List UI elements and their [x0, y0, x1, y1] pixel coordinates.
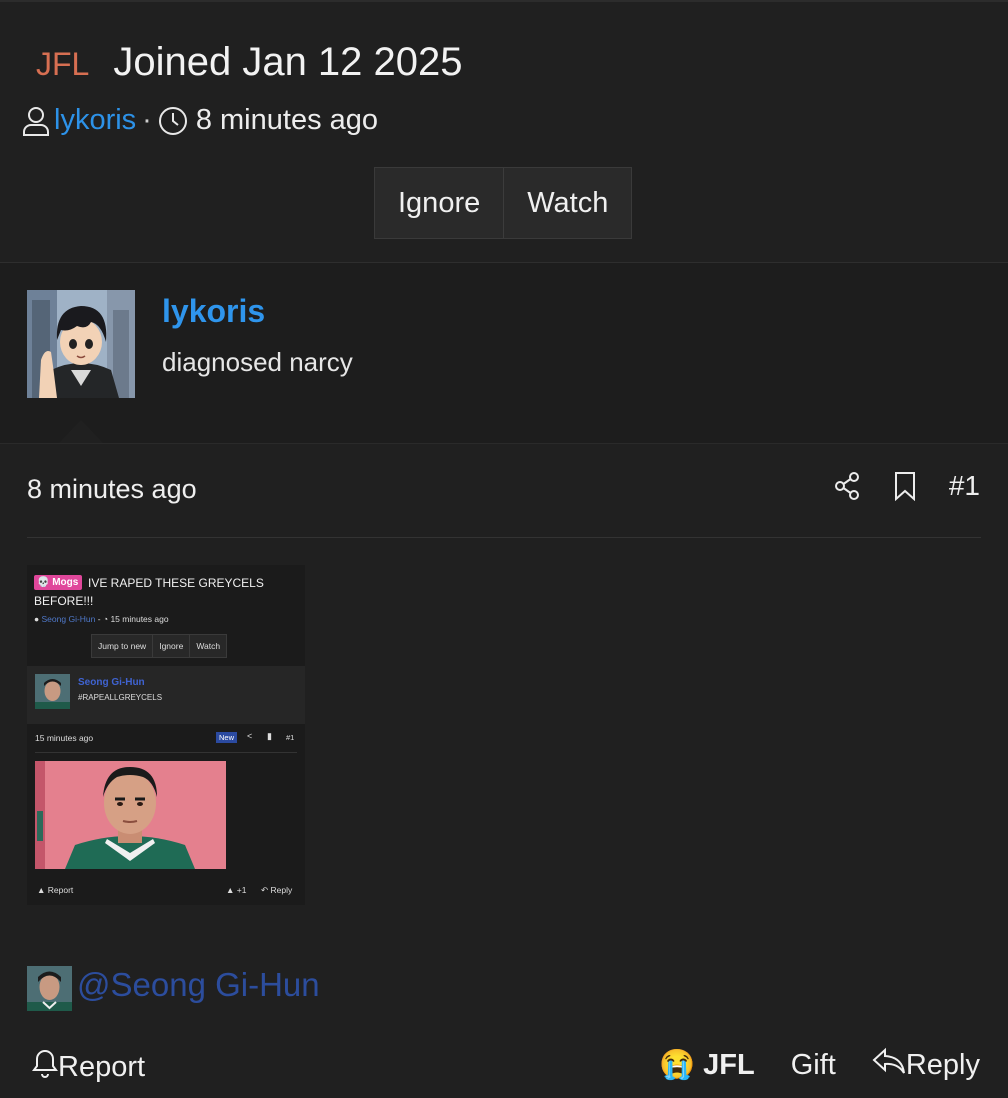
- avatar[interactable]: [27, 290, 135, 398]
- report-button[interactable]: Report: [32, 1048, 145, 1086]
- post-actions: #1: [801, 470, 980, 502]
- user-title: diagnosed narcy: [162, 347, 353, 377]
- embed-bookmark-icon: ▮: [267, 731, 272, 741]
- message-arrow: [59, 420, 103, 443]
- embed-share-icon: <: [247, 731, 253, 741]
- embed-report-label: Report: [47, 885, 74, 895]
- embed-bell-icon: ▲: [37, 885, 48, 895]
- bookmark-icon[interactable]: [893, 471, 917, 501]
- thread-author-link[interactable]: lykoris: [54, 104, 136, 137]
- embed-post-time: 15 minutes ago: [35, 733, 94, 743]
- meta-separator: ·: [142, 104, 152, 136]
- embed-button-group: Jump to new Ignore Watch: [91, 634, 228, 658]
- embed-reply-label: Reply: [270, 885, 293, 895]
- watch-button[interactable]: Watch: [503, 168, 631, 238]
- embed-meta: ● Seong Gi-Hun - ◔ 15 minutes ago: [34, 614, 169, 624]
- ignore-button[interactable]: Ignore: [375, 168, 503, 238]
- reply-arrow-icon: [872, 1046, 906, 1084]
- post-footer-actions: 😭 JFL Gift Reply: [659, 1046, 980, 1084]
- mention-avatar[interactable]: [27, 966, 72, 1011]
- embed-watch-button: Watch: [189, 635, 226, 657]
- thread-title: Joined Jan 12 2025: [113, 40, 463, 84]
- user-mention-link[interactable]: @Seong Gi-Hun: [77, 966, 320, 1004]
- embed-post-number: #1: [286, 733, 295, 742]
- reaction-label: JFL: [703, 1048, 755, 1081]
- reply-button[interactable]: Reply: [872, 1046, 980, 1084]
- embed-author: Seong Gi-Hun: [41, 614, 96, 624]
- embed-thumbs-up-icon: ▲: [226, 885, 237, 895]
- embed-new-badge: New: [216, 732, 238, 743]
- bell-icon: [32, 1048, 58, 1086]
- post-username[interactable]: lykoris: [162, 293, 265, 330]
- embed-user-icon: ●: [34, 614, 40, 624]
- report-label: Report: [58, 1050, 146, 1083]
- clock-icon: [158, 106, 188, 136]
- embed-ignore-button: Ignore: [152, 635, 189, 657]
- embed-user-block: Seong Gi-Hun #RAPEALLGREYCELS: [27, 666, 305, 724]
- share-icon[interactable]: [833, 471, 861, 501]
- reaction-button[interactable]: 😭 JFL: [659, 1048, 755, 1082]
- post-time[interactable]: 8 minutes ago: [27, 474, 197, 505]
- embed-jump-button: Jump to new: [98, 641, 147, 651]
- thread-meta: lykoris · 8 minutes ago: [22, 104, 378, 137]
- divider: [27, 537, 981, 538]
- thread-time: 8 minutes ago: [195, 104, 379, 136]
- user-icon: [22, 106, 50, 136]
- embed-username: Seong Gi-Hun: [78, 677, 145, 688]
- embed-user-title: #RAPEALLGREYCELS: [78, 693, 163, 702]
- thread-title-row: JFL Joined Jan 12 2025: [36, 40, 463, 85]
- post-user-block: lykoris diagnosed narcy: [0, 263, 1008, 443]
- thread-prefix[interactable]: JFL: [36, 46, 89, 83]
- embed-reply: ↶ Reply: [261, 885, 292, 896]
- gift-button[interactable]: Gift: [791, 1049, 836, 1082]
- thread-button-group: Ignore Watch: [374, 167, 633, 239]
- reply-label: Reply: [905, 1048, 980, 1081]
- divider: [0, 443, 1008, 444]
- embed-like: ▲ +1: [226, 885, 246, 895]
- embed-divider: [35, 752, 297, 753]
- embed-meta-separator: -: [95, 614, 103, 624]
- embed-prefix-badge: 💀 Mogs: [34, 575, 83, 590]
- embed-like-count: +1: [236, 885, 247, 895]
- embed-photo: [35, 761, 226, 869]
- embed-report: ▲ Report: [37, 885, 73, 895]
- embed-avatar: [35, 674, 70, 709]
- crying-laughing-emoji-icon: 😭: [659, 1049, 696, 1081]
- embedded-screenshot[interactable]: IVE RAPED THESE GREYCELS BEFORE!!! 💀 Mog…: [27, 565, 305, 905]
- post-number[interactable]: #1: [949, 470, 980, 502]
- embed-time: 15 minutes ago: [110, 614, 169, 624]
